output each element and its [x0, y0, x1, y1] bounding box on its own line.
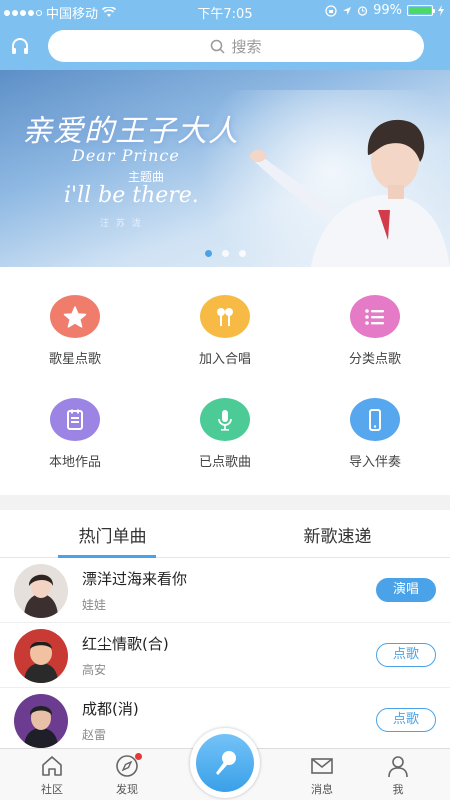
microphones-icon — [200, 295, 250, 338]
song-tabs: 热门单曲 新歌速递 — [0, 510, 450, 558]
microphone-icon — [200, 398, 250, 441]
song-title: 成都(消) — [82, 700, 139, 718]
feature-category-songs[interactable]: 分类点歌 — [300, 267, 450, 367]
nav-label: 我 — [392, 783, 404, 796]
nav-discover[interactable]: 发现 — [97, 753, 157, 797]
song-list: 漂洋过海来看你 娃娃 演唱 红尘情歌(合) 高安 点歌 成都(消) 赵雷 点歌 — [0, 558, 450, 748]
list-item[interactable]: 红尘情歌(合) 高安 点歌 — [0, 623, 450, 688]
alarm-icon — [357, 6, 368, 16]
notepad-icon — [50, 398, 100, 441]
nav-label: 社区 — [41, 783, 63, 796]
song-title: 红尘情歌(合) — [82, 635, 169, 653]
nav-messages[interactable]: 消息 — [292, 753, 352, 797]
feature-ordered-songs[interactable]: 已点歌曲 — [150, 370, 300, 470]
feature-local-works[interactable]: 本地作品 — [0, 370, 150, 470]
banner-song: i'll be there. — [64, 183, 199, 208]
singer-name: 赵雷 — [82, 728, 107, 742]
location-icon — [343, 6, 352, 15]
list-item[interactable]: 漂洋过海来看你 娃娃 演唱 — [0, 558, 450, 623]
search-icon — [211, 39, 226, 54]
feature-singer-songs[interactable]: 歌星点歌 — [0, 267, 150, 367]
banner-title: 亲爱的王子大人 — [22, 114, 239, 149]
feature-label: 分类点歌 — [348, 352, 401, 367]
list-icon — [350, 295, 400, 338]
order-song-button[interactable]: 点歌 — [376, 708, 436, 732]
feature-label: 歌星点歌 — [48, 352, 101, 367]
nav-me[interactable]: 我 — [368, 753, 428, 797]
star-icon — [50, 295, 100, 338]
record-button[interactable] — [190, 728, 260, 798]
feature-label: 本地作品 — [48, 455, 101, 470]
status-right: 99% — [325, 3, 444, 18]
feature-label: 加入合唱 — [198, 352, 251, 367]
avatar — [14, 629, 68, 683]
status-bar: 中国移动 下午7:05 99% — [0, 0, 450, 22]
record-button-inner — [196, 734, 254, 792]
community-icon — [42, 756, 62, 776]
singer-name: 娃娃 — [82, 598, 107, 612]
feature-grid: 歌星点歌 加入合唱 分类点歌 本地作品 已点歌曲 导入伴奏 — [0, 267, 450, 495]
nav-community[interactable]: 社区 — [22, 753, 82, 797]
avatar — [14, 564, 68, 618]
banner-person-image — [250, 119, 450, 267]
charging-icon — [438, 5, 444, 16]
page: 中国移动 下午7:05 99% 搜索 亲爱的王子大人 Dear Prince 主… — [0, 0, 450, 800]
search-bar[interactable]: 搜索 — [48, 30, 424, 62]
battery-percent: 99% — [373, 3, 402, 18]
headphones-icon[interactable] — [10, 36, 30, 56]
phone-icon — [350, 398, 400, 441]
sing-button[interactable]: 演唱 — [376, 578, 436, 602]
rotation-lock-icon — [325, 4, 337, 17]
notification-badge — [135, 753, 142, 760]
banner-artist: 汪 苏 泷 — [100, 219, 143, 229]
feature-label: 已点歌曲 — [198, 455, 251, 470]
feature-join-chorus[interactable]: 加入合唱 — [150, 267, 300, 367]
carousel-dot[interactable] — [221, 250, 229, 257]
singer-name: 高安 — [82, 663, 107, 677]
mail-icon — [311, 758, 333, 774]
avatar — [14, 694, 68, 748]
order-song-button[interactable]: 点歌 — [376, 643, 436, 667]
feature-import-accompaniment[interactable]: 导入伴奏 — [300, 370, 450, 470]
song-title: 漂洋过海来看你 — [82, 570, 188, 588]
microphone-icon — [216, 751, 236, 775]
user-icon — [388, 756, 408, 778]
banner-subtitle: Dear Prince — [72, 146, 180, 165]
battery-icon — [407, 5, 435, 16]
tab-hot-singles[interactable]: 热门单曲 — [0, 522, 225, 547]
feature-label: 导入伴奏 — [348, 455, 401, 470]
carousel-indicator[interactable] — [0, 250, 450, 257]
nav-label: 消息 — [311, 783, 333, 796]
top-bar: 中国移动 下午7:05 99% 搜索 — [0, 0, 450, 70]
carousel-dot[interactable] — [204, 250, 212, 257]
search-placeholder: 搜索 — [231, 37, 262, 56]
banner-carousel[interactable]: 亲爱的王子大人 Dear Prince 主题曲 i'll be there. 汪… — [0, 70, 450, 267]
nav-label: 发现 — [116, 783, 138, 796]
carousel-dot[interactable] — [238, 250, 246, 257]
tab-new-songs[interactable]: 新歌速递 — [225, 522, 450, 547]
